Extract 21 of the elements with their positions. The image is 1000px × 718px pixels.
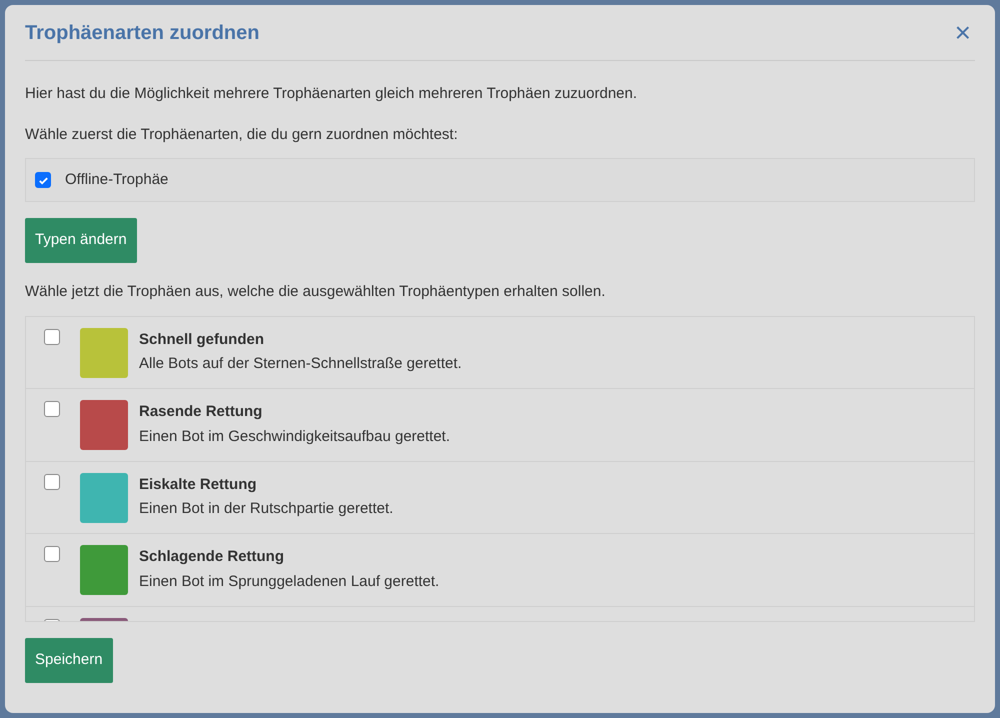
trophy-title: Schlagende Rettung — [139, 547, 286, 567]
intro-text: Hier hast du die Möglichkeit mehrere Trophäenarten gleich mehreren Trophäen zuzuordnen. — [25, 84, 638, 104]
checkbox[interactable] — [44, 328, 60, 344]
trophy-title: Schnell gefunden — [139, 330, 266, 350]
trophy-description: Alle Bots auf der Sternen-Schnellstraße gerettet. — [139, 354, 462, 374]
trophy-prompt: Wähle jetzt die Trophäen aus, welche die ausgewählten Trophäentypen erhalten sollen. — [25, 282, 606, 302]
trophy-title: Rasende Rettung — [139, 402, 264, 422]
change-types-button[interactable]: Typen ändern — [25, 218, 137, 263]
close-button[interactable]: × — [950, 18, 975, 46]
checkbox[interactable] — [44, 401, 60, 417]
trophy-title: Eiskalte Rettung — [139, 474, 258, 494]
checkbox[interactable] — [35, 172, 51, 188]
checkbox[interactable] — [44, 546, 60, 562]
type-label: Offline-Trophäe — [65, 170, 168, 190]
trophy-description: Einen Bot in der Rutschpartie gerettet. — [139, 499, 394, 519]
save-button[interactable]: Speichern — [25, 638, 113, 682]
type-prompt: Wähle zuerst die Trophäenarten, die du gern zuordnen möchtest: — [25, 124, 459, 144]
checkbox[interactable] — [44, 474, 60, 490]
trophy-description: Einen Bot im Geschwindigkeitsaufbau gerettet. — [139, 426, 450, 446]
dialog-title: Trophäenarten zuordnen — [25, 20, 260, 46]
trophy-description: Einen Bot im Sprunggeladenen Lauf gerettet. — [139, 572, 440, 592]
